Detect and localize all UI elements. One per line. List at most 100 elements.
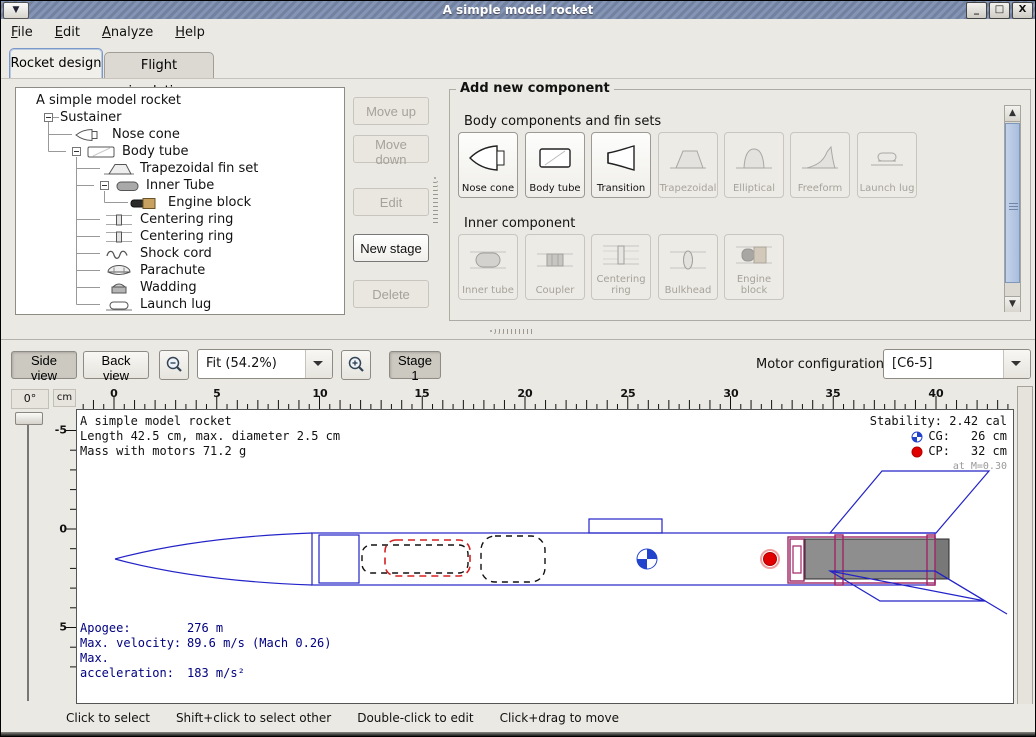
window-menu-icon[interactable]: ▼ xyxy=(3,2,29,19)
magnifier-plus-icon xyxy=(346,355,366,375)
add-body-tube-button[interactable]: Body tube xyxy=(525,132,585,198)
zoom-in-button[interactable] xyxy=(341,350,371,380)
move-down-button[interactable]: Move down xyxy=(353,135,429,163)
tree-item-centering-ring-2[interactable]: Centering ring xyxy=(140,228,233,245)
freeform-fin-icon xyxy=(798,133,842,183)
menu-help[interactable]: Help xyxy=(175,25,205,40)
window-resize-edge[interactable] xyxy=(1,732,1035,736)
add-launch-lug-button[interactable]: Launch lug xyxy=(857,132,917,198)
add-trapezoidal-fin-button[interactable]: Trapezoidal xyxy=(658,132,718,198)
motor-configuration-select[interactable]: [C6-5] xyxy=(883,349,1031,379)
inner-component-label: Inner component xyxy=(464,216,575,231)
h-ruler-20: 20 xyxy=(517,387,532,400)
main-tabs: Rocket design Flight simulations xyxy=(1,45,1035,79)
hint-double-click: Double-click to edit xyxy=(357,711,473,725)
h-ruler-35: 35 xyxy=(825,387,840,400)
nose-cone-icon xyxy=(74,128,106,142)
add-transition-button[interactable]: Transition xyxy=(591,132,651,198)
add-centering-ring-button[interactable]: Centering ring xyxy=(591,234,651,300)
add-engine-block-button[interactable]: Engine block xyxy=(724,234,784,300)
title-bar[interactable]: ▼ A simple model rocket _ □ X xyxy=(1,1,1035,19)
maximize-button[interactable]: □ xyxy=(989,2,1010,19)
close-button[interactable]: X xyxy=(1012,2,1033,19)
figure-scrollbar[interactable] xyxy=(1017,386,1033,712)
zoom-level-select[interactable]: Fit (54.2%) xyxy=(197,349,333,379)
tab-flight-simulations[interactable]: Flight simulations xyxy=(104,52,214,79)
tree-item-shock-cord[interactable]: Shock cord xyxy=(140,245,212,262)
max-acceleration-value: 183 m/s² xyxy=(187,666,245,680)
rotation-slider-thumb[interactable] xyxy=(15,412,43,425)
scroll-down-icon[interactable]: ▼ xyxy=(1005,296,1020,312)
stage-1-toggle[interactable]: Stage 1 xyxy=(389,351,441,379)
expander-inner-tube[interactable] xyxy=(100,181,109,190)
add-freeform-fin-button[interactable]: Freeform xyxy=(790,132,850,198)
tree-item-body-tube[interactable]: Body tube xyxy=(122,143,189,160)
edit-button[interactable]: Edit xyxy=(353,188,429,216)
v-ruler-5: 5 xyxy=(59,621,67,634)
side-view-button[interactable]: Side view xyxy=(11,351,77,379)
trapezoidal-fin-icon xyxy=(666,133,710,183)
chevron-down-icon xyxy=(1003,350,1030,378)
move-up-button[interactable]: Move up xyxy=(353,97,429,125)
component-panel-scrollbar[interactable]: ▲ ▼ xyxy=(1004,105,1021,312)
menu-analyze[interactable]: Analyze xyxy=(102,25,153,40)
split-handle-horizontal[interactable] xyxy=(489,329,533,334)
expander-body-tube[interactable] xyxy=(72,147,81,156)
add-component-title: Add new component xyxy=(456,81,614,96)
tree-item-launch-lug[interactable]: Launch lug xyxy=(140,296,211,313)
launch-lug-icon xyxy=(104,298,134,312)
centering-ring-icon xyxy=(599,235,643,274)
component-tree[interactable]: A simple model rocket Sustainer Nose con… xyxy=(15,87,345,315)
scrollbar-thumb[interactable] xyxy=(1005,123,1020,283)
magnifier-minus-icon xyxy=(164,355,184,375)
tree-item-nose-cone[interactable]: Nose cone xyxy=(112,126,180,143)
tree-item-fin-set[interactable]: Trapezoidal fin set xyxy=(140,160,258,177)
tree-item-inner-tube[interactable]: Inner Tube xyxy=(146,177,214,194)
tab-rocket-design[interactable]: Rocket design xyxy=(9,48,103,79)
shock-cord-icon xyxy=(104,247,134,261)
tree-item-sustainer[interactable]: Sustainer xyxy=(60,109,122,126)
max-velocity-label: Max. velocity: xyxy=(80,636,187,651)
add-inner-tube-button[interactable]: Inner tube xyxy=(458,234,518,300)
minimize-button[interactable]: _ xyxy=(966,2,987,19)
cg-marker xyxy=(637,549,657,569)
menu-file[interactable]: File xyxy=(11,25,33,40)
inner-tube-icon xyxy=(466,235,510,285)
centering-ring-icon xyxy=(104,213,134,227)
status-bar: Click to select Shift+click to select ot… xyxy=(1,704,1035,732)
rotation-slider[interactable] xyxy=(27,419,29,701)
panel-divider[interactable] xyxy=(1,339,1035,340)
engine-block-icon xyxy=(732,235,776,274)
scroll-up-icon[interactable]: ▲ xyxy=(1005,106,1020,122)
motor-configuration-label: Motor configuration: xyxy=(756,357,888,372)
delete-button[interactable]: Delete xyxy=(353,280,429,308)
split-handle-vertical[interactable] xyxy=(433,176,438,224)
hint-click-drag: Click+drag to move xyxy=(500,711,619,725)
add-component-group: Add new component Body components and fi… xyxy=(449,89,1031,321)
ruler-unit-label: cm xyxy=(53,389,76,407)
add-nose-cone-button[interactable]: Nose cone xyxy=(458,132,518,198)
menu-edit[interactable]: Edit xyxy=(55,25,80,40)
horizontal-ruler: 0 5 10 15 20 25 30 35 40 xyxy=(76,387,1014,409)
rocket-canvas[interactable]: A simple model rocket Length 42.5 cm, ma… xyxy=(76,409,1014,704)
tree-item-wadding[interactable]: Wadding xyxy=(140,279,197,296)
vertical-ruler: -5 0 5 xyxy=(51,409,76,689)
transition-icon xyxy=(599,133,643,183)
tree-item-rocket[interactable]: A simple model rocket xyxy=(36,92,181,109)
tree-item-centering-ring-1[interactable]: Centering ring xyxy=(140,211,233,228)
hint-click-select: Click to select xyxy=(66,711,150,725)
add-bulkhead-button[interactable]: Bulkhead xyxy=(658,234,718,300)
add-elliptical-fin-button[interactable]: Elliptical xyxy=(724,132,784,198)
h-ruler-5: 5 xyxy=(213,387,221,400)
add-coupler-button[interactable]: Coupler xyxy=(525,234,585,300)
expander-sustainer[interactable] xyxy=(44,113,53,122)
app-window: ▼ A simple model rocket _ □ X File Edit … xyxy=(0,0,1036,737)
tree-item-parachute[interactable]: Parachute xyxy=(140,262,205,279)
flight-stats: Apogee:276 m Max. velocity:89.6 m/s (Mac… xyxy=(80,621,332,681)
tree-item-engine-block[interactable]: Engine block xyxy=(168,194,251,211)
centering-ring-icon xyxy=(104,230,134,244)
back-view-button[interactable]: Back view xyxy=(83,351,149,379)
zoom-out-button[interactable] xyxy=(159,350,189,380)
new-stage-button[interactable]: New stage xyxy=(353,234,429,262)
rocket-figure-panel: 0° cm 0 5 10 15 20 25 30 35 40 -5 0 5 A … xyxy=(1,386,1036,716)
